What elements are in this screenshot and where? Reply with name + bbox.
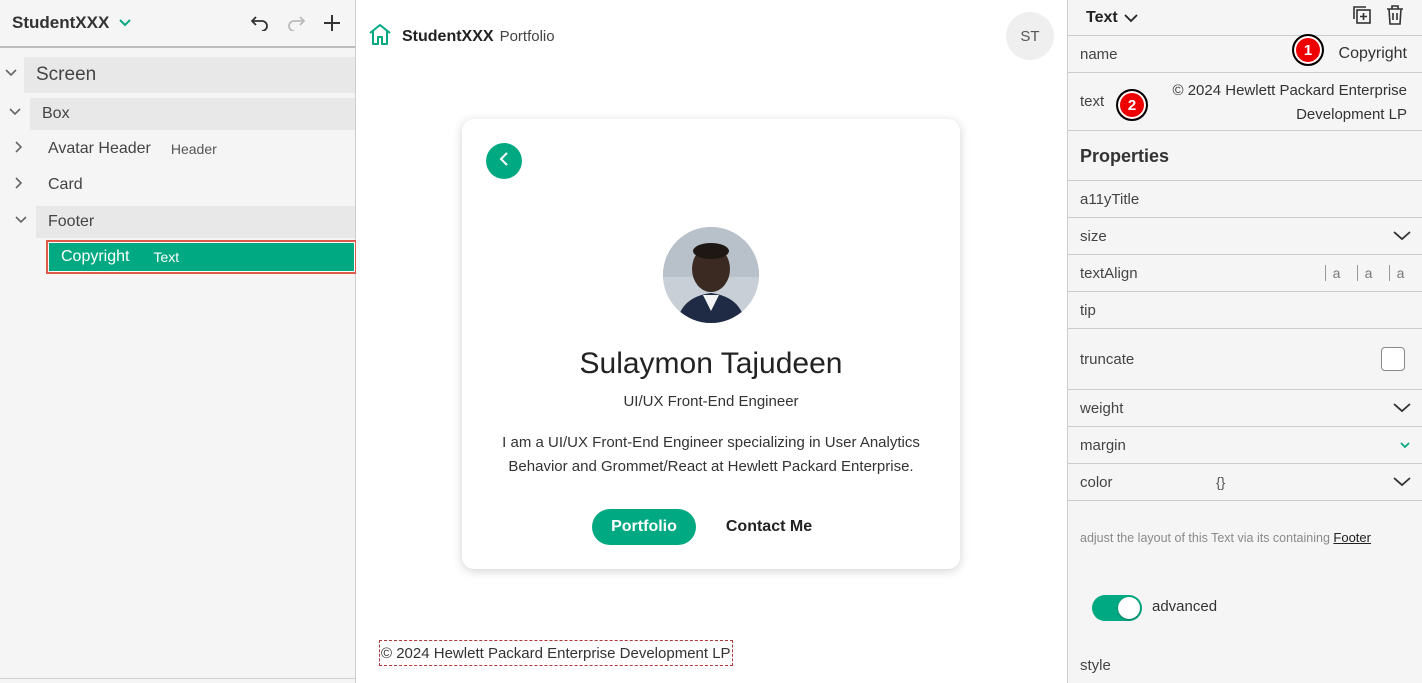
text-value-input[interactable]: © 2024 Hewlett Packard Enterprise Develo… <box>1137 79 1408 127</box>
app-title[interactable]: StudentXXX <box>12 13 109 33</box>
style-label: style <box>1080 657 1111 674</box>
portfolio-button[interactable]: Portfolio <box>592 509 696 545</box>
textalign-label: textAlign <box>1080 264 1138 282</box>
color-label: color <box>1080 473 1113 491</box>
chevron-down-icon[interactable] <box>1393 403 1411 413</box>
footer-link[interactable]: Footer <box>1333 530 1371 545</box>
delete-icon[interactable] <box>1386 5 1404 30</box>
avatar[interactable]: ST <box>1006 12 1054 60</box>
name-value[interactable]: Copyright <box>1339 45 1407 63</box>
brand-subtitle: Portfolio <box>499 28 555 45</box>
weight-select[interactable]: weight <box>1068 390 1422 427</box>
app-header: StudentXXX Portfolio <box>368 22 555 51</box>
chevron-down-icon[interactable] <box>119 14 132 32</box>
duplicate-icon[interactable] <box>1352 5 1372 30</box>
align-center-option[interactable]: a <box>1357 265 1379 281</box>
size-select[interactable]: size <box>1068 218 1422 255</box>
tree-item-footer[interactable]: Footer <box>36 206 355 238</box>
profile-photo <box>663 227 759 323</box>
margin-field[interactable]: margin <box>1068 427 1422 464</box>
profile-bio: I am a UI/UX Front-End Engineer speciali… <box>502 434 920 475</box>
advanced-toggle[interactable] <box>1092 595 1142 621</box>
chevron-right-icon[interactable] <box>14 176 24 195</box>
size-label: size <box>1080 227 1107 245</box>
add-icon[interactable] <box>321 12 343 34</box>
tree-item-type: Header <box>170 141 217 157</box>
properties-header: Text <box>1068 0 1422 36</box>
tip-label: tip <box>1080 301 1096 319</box>
copyright-text[interactable]: © 2024 Hewlett Packard Enterprise Develo… <box>379 640 733 666</box>
undo-icon[interactable] <box>249 12 271 34</box>
home-icon[interactable] <box>368 22 392 51</box>
chevron-down-icon[interactable] <box>14 212 28 230</box>
weight-label: weight <box>1080 399 1124 417</box>
properties-panel: Text name Copyright text © 2024 Hewlett … <box>1067 0 1422 683</box>
profile-name: Sulaymon Tajudeen <box>579 347 843 380</box>
divider <box>0 678 356 679</box>
chevron-right-icon[interactable] <box>14 140 24 159</box>
name-label: name <box>1080 45 1118 63</box>
align-left-option[interactable]: a <box>1325 265 1347 281</box>
component-type[interactable]: Text <box>1086 9 1118 27</box>
contact-me-button[interactable]: Contact Me <box>718 509 820 545</box>
layout-note: adjust the layout of this Text via its c… <box>1080 530 1371 545</box>
chevron-down-icon[interactable] <box>1399 441 1411 449</box>
tree-item-label: Footer <box>48 213 95 230</box>
truncate-field[interactable]: truncate <box>1068 329 1422 390</box>
text-label: text <box>1080 93 1105 110</box>
truncate-label: truncate <box>1080 350 1135 368</box>
toggle-knob <box>1118 597 1140 619</box>
margin-label: margin <box>1080 436 1126 454</box>
layers-header: StudentXXX <box>0 0 355 48</box>
color-value: {} <box>1216 474 1226 490</box>
tree-item-label: Box <box>42 105 70 122</box>
chevron-down-icon[interactable] <box>1393 477 1411 487</box>
chevron-down-icon[interactable] <box>4 65 18 83</box>
tree-item-type: Text <box>153 249 180 265</box>
chevron-down-icon[interactable] <box>8 104 22 122</box>
properties-title: Properties <box>1080 146 1170 166</box>
advanced-label: advanced <box>1152 598 1218 615</box>
tree-item-card[interactable]: Card <box>48 169 83 201</box>
tree-item-label: Copyright <box>61 248 130 265</box>
tree-item-label: Screen <box>36 64 97 85</box>
truncate-checkbox[interactable] <box>1381 347 1405 371</box>
tree-item-box[interactable]: Box <box>30 98 355 130</box>
layout-note-text: adjust the layout of this Text via its c… <box>1080 531 1330 545</box>
layers-panel: StudentXXX Screen Box Avatar Header Head… <box>0 0 357 683</box>
name-field[interactable]: name Copyright <box>1068 36 1422 73</box>
chevron-down-icon[interactable] <box>1124 13 1138 23</box>
back-button[interactable] <box>486 143 522 179</box>
profile-role: UI/UX Front-End Engineer <box>623 393 799 410</box>
profile-card: Sulaymon Tajudeen UI/UX Front-End Engine… <box>462 119 960 569</box>
textalign-field[interactable]: textAlign a a a <box>1068 255 1422 292</box>
tree-item-screen[interactable]: Screen <box>24 57 355 93</box>
annotation-badge: 2 <box>1116 89 1148 121</box>
tip-field[interactable]: tip <box>1068 292 1422 329</box>
chevron-left-icon <box>498 151 510 172</box>
design-canvas: StudentXXX Portfolio ST Sulaymon Tajudee… <box>356 0 1067 683</box>
chevron-down-icon[interactable] <box>1393 231 1411 241</box>
annotation-badge: 1 <box>1292 34 1324 66</box>
tree-item-copyright[interactable]: Copyright Text <box>46 240 357 274</box>
a11ytitle-field[interactable]: a11yTitle <box>1068 181 1422 218</box>
color-select[interactable]: color {} <box>1068 464 1422 501</box>
redo-icon[interactable] <box>285 12 307 34</box>
a11ytitle-label: a11yTitle <box>1080 190 1140 208</box>
tree-item-label: Avatar Header <box>48 140 151 157</box>
tree-item-avatar-header[interactable]: Avatar Header Header <box>48 133 217 165</box>
textalign-options: a a a <box>1315 265 1411 281</box>
brand-name[interactable]: StudentXXX <box>402 28 494 46</box>
align-right-option[interactable]: a <box>1389 265 1411 281</box>
tree-item-label: Card <box>48 176 83 193</box>
